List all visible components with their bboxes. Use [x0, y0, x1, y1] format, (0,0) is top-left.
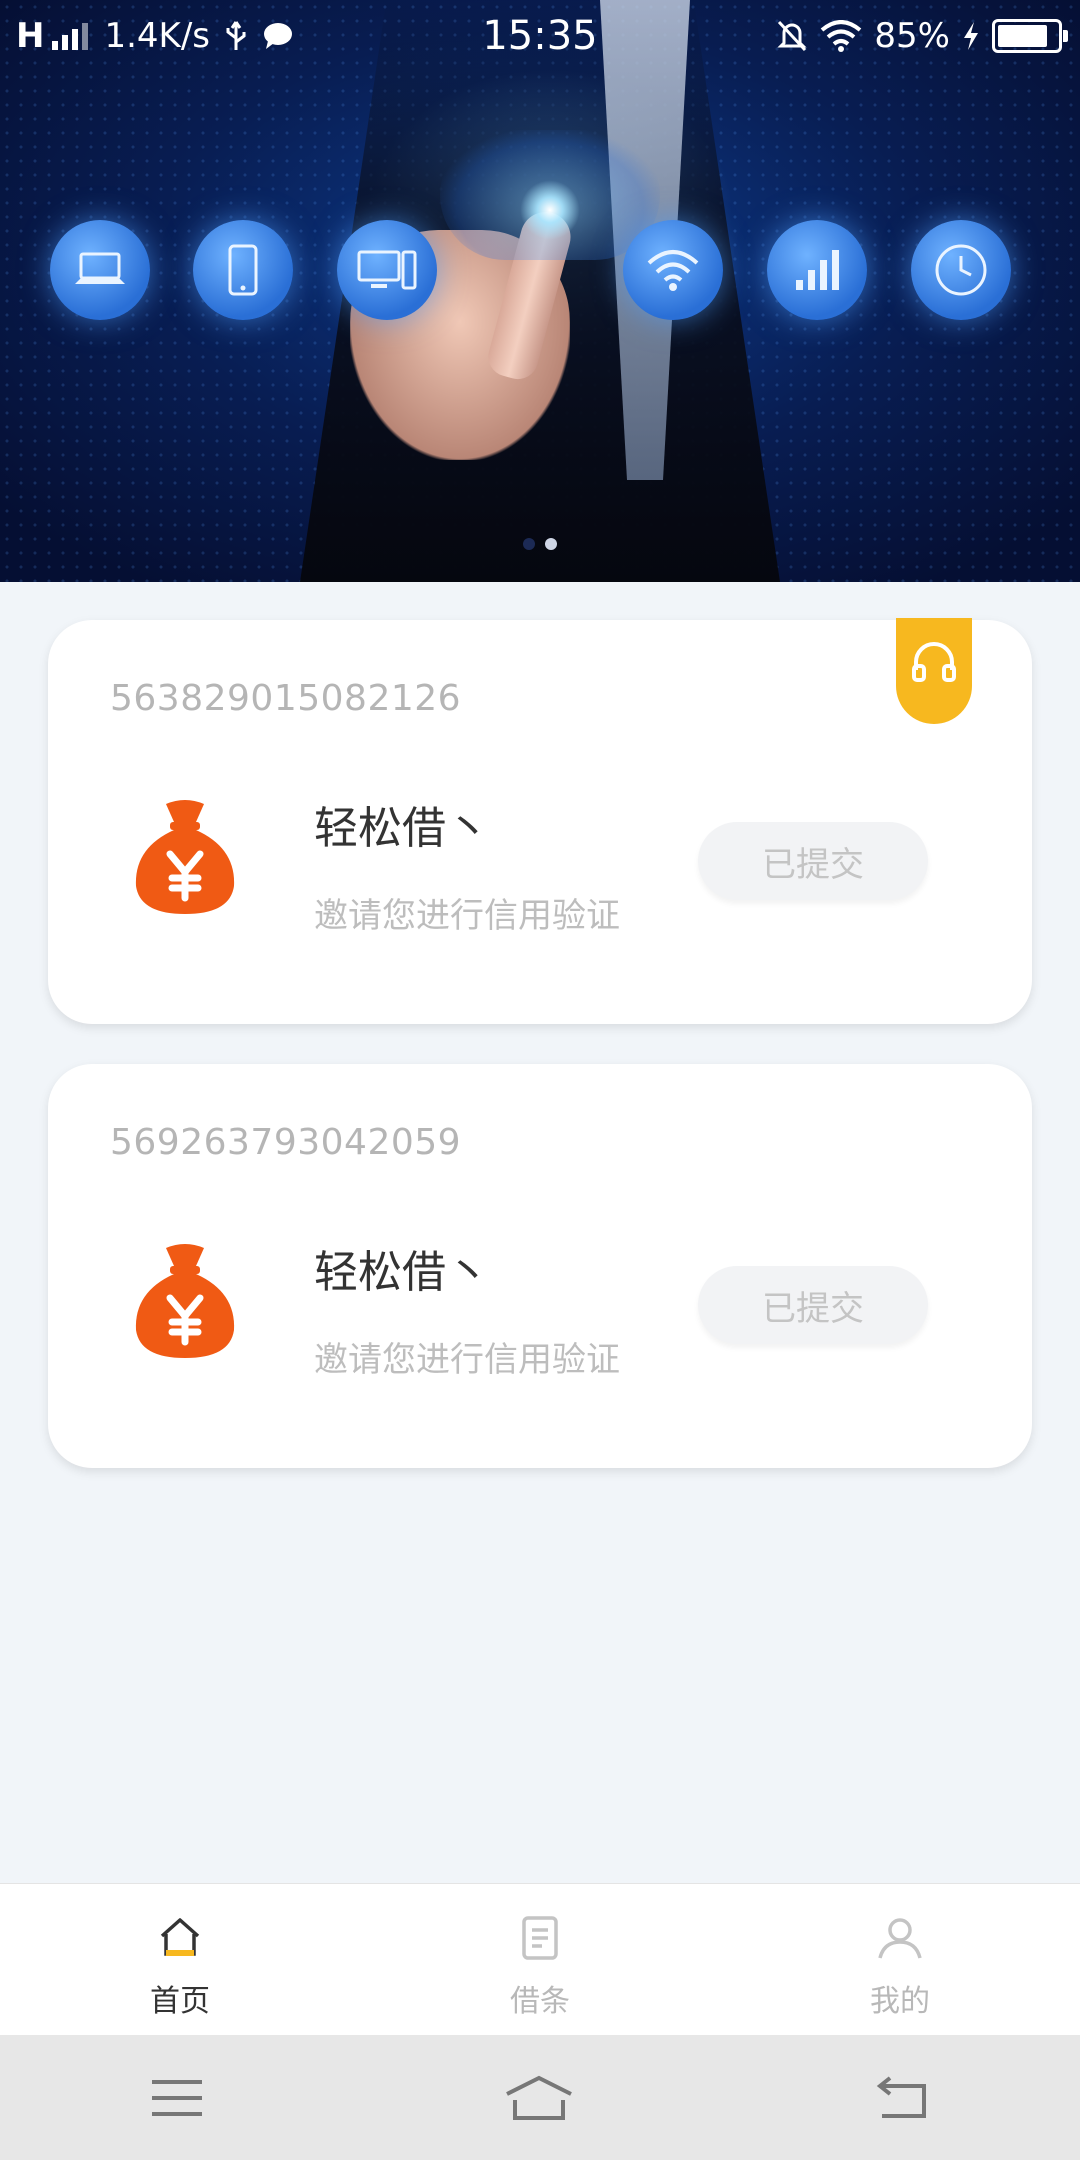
document-icon — [522, 1916, 558, 1960]
desktop-icon — [337, 220, 437, 320]
tab-profile[interactable]: 我的 — [720, 1884, 1080, 2036]
charging-icon — [964, 22, 978, 50]
pager-dot[interactable] — [523, 538, 535, 550]
lender-subtitle: 邀请您进行信用验证 — [314, 896, 620, 936]
back-icon[interactable] — [874, 2074, 930, 2122]
laptop-icon — [50, 220, 150, 320]
phone-icon — [193, 220, 293, 320]
home-nav-icon[interactable] — [503, 2074, 575, 2122]
headset-icon — [912, 642, 956, 682]
tab-iou-label: 借条 — [510, 1984, 570, 2019]
pager-dot-active[interactable] — [545, 538, 557, 550]
home-icon — [160, 1918, 200, 1956]
wifi-status-icon — [821, 20, 862, 52]
battery-icon — [992, 19, 1068, 53]
banner-light-flare — [520, 180, 580, 240]
order-number: 563829015082126 — [110, 678, 462, 719]
lender-subtitle: 邀请您进行信用验证 — [314, 1340, 620, 1380]
wifi-icon — [623, 220, 723, 320]
tab-home-label: 首页 — [150, 1984, 210, 2019]
user-icon — [878, 1918, 922, 1959]
tab-home[interactable]: 首页 — [0, 1884, 360, 2036]
lender-name: 轻松借丶 — [314, 803, 490, 854]
system-nav-bar — [0, 2035, 1080, 2160]
mute-notification-icon — [777, 20, 808, 52]
loan-card[interactable]: 569263793042059 轻松借丶 邀请您进行信用验证 已提交 — [48, 1064, 1032, 1468]
money-bag-logo — [110, 1242, 260, 1360]
battery-percent: 85% — [874, 16, 950, 56]
bottom-tab-bar: 首页 借条 我的 — [0, 1883, 1080, 2036]
money-bag-logo — [110, 798, 260, 916]
banner-pager — [0, 538, 1080, 550]
loan-card[interactable]: 563829015082126 轻松借丶 邀请您进行信用验证 已提交 — [48, 618, 1032, 1024]
customer-service-button[interactable] — [896, 618, 972, 724]
menu-icon[interactable] — [150, 2076, 204, 2120]
lender-name: 轻松借丶 — [314, 1247, 490, 1298]
status-bar: H 1.4K/s 15:35 85% — [0, 0, 1080, 72]
money-bag-icon — [135, 1244, 235, 1358]
signal-icon — [767, 220, 867, 320]
money-bag-icon — [135, 800, 235, 914]
order-number: 569263793042059 — [110, 1122, 462, 1163]
submitted-button[interactable]: 已提交 — [698, 822, 928, 900]
clock-icon — [911, 220, 1011, 320]
tab-iou[interactable]: 借条 — [360, 1884, 720, 2036]
promo-banner[interactable] — [0, 0, 1080, 582]
submitted-button[interactable]: 已提交 — [698, 1266, 928, 1344]
tab-profile-label: 我的 — [870, 1984, 930, 2019]
battery-fill — [998, 25, 1048, 47]
